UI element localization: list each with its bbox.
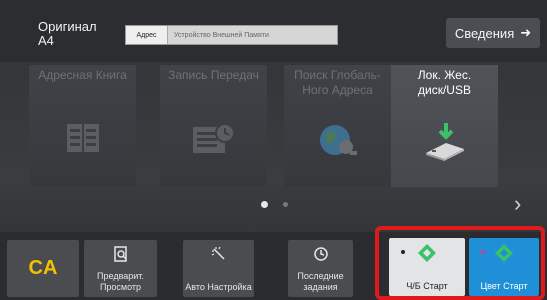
chevron-right-icon[interactable]: ›: [514, 191, 521, 217]
tile-address-book[interactable]: Адресная Книга: [29, 65, 136, 187]
bw-start-button[interactable]: Ч/Б Старт: [389, 238, 465, 296]
auto-set-label: Авто Настройка: [185, 282, 252, 292]
scan-screen: Оригинал A4 Адрес Устройство Внешней Пам…: [0, 0, 547, 300]
bw-mode-dot: [401, 250, 405, 254]
top-bar: Оригинал A4 Адрес Устройство Внешней Пам…: [0, 0, 547, 62]
page-dot[interactable]: [283, 202, 288, 207]
arrow-right-icon: ➜: [520, 25, 532, 40]
tile-global-address-search[interactable]: Поиск Глобаль- Ного Адреса: [284, 65, 391, 187]
original-size: A4: [38, 33, 54, 48]
original-indicator[interactable]: Оригинал A4: [38, 20, 97, 48]
address-field[interactable]: Адрес Устройство Внешней Памяти: [125, 25, 338, 45]
recent-jobs-button[interactable]: Последние задания: [288, 240, 353, 297]
start-diamond-icon: [418, 244, 436, 266]
clear-all-button[interactable]: CA: [7, 240, 79, 297]
transmission-log-icon: [192, 123, 236, 160]
color-start-label: Цвет Старт: [480, 281, 528, 291]
global-search-icon: [318, 123, 358, 162]
auto-set-button[interactable]: Авто Настройка: [183, 240, 254, 297]
color-mode-dot: [481, 250, 485, 254]
tile-label: Лок. Жес. диск/USB: [417, 68, 472, 97]
address-placeholder: Устройство Внешней Памяти: [174, 31, 269, 39]
page-indicator: [261, 201, 288, 208]
address-book-icon: [66, 123, 100, 158]
tile-label: Запись Передач: [168, 68, 259, 82]
preview-label: Предварит. Просмотр: [97, 271, 144, 292]
page-dot-active[interactable]: [261, 201, 268, 208]
usb-download-icon: [422, 123, 468, 166]
start-diamond-icon: [495, 244, 513, 266]
tile-label: Адресная Книга: [38, 68, 127, 82]
tile-local-disk-usb[interactable]: Лок. Жес. диск/USB: [391, 65, 498, 187]
preview-button[interactable]: Предварит. Просмотр: [84, 240, 157, 297]
recent-jobs-label: Последние задания: [297, 271, 344, 292]
preview-icon: [113, 246, 128, 265]
tile-transmission-log[interactable]: Запись Передач: [160, 65, 267, 187]
magic-wand-icon: [211, 246, 227, 265]
info-button[interactable]: Сведения ➜: [446, 18, 540, 48]
tile-label: Поиск Глобаль- Ного Адреса: [294, 68, 381, 97]
bw-start-label: Ч/Б Старт: [406, 281, 448, 291]
original-label: Оригинал: [38, 19, 97, 34]
info-button-label: Сведения: [454, 25, 515, 41]
address-label: Адрес: [126, 26, 168, 44]
history-icon: [313, 246, 329, 265]
color-start-button[interactable]: Цвет Старт: [469, 238, 539, 296]
